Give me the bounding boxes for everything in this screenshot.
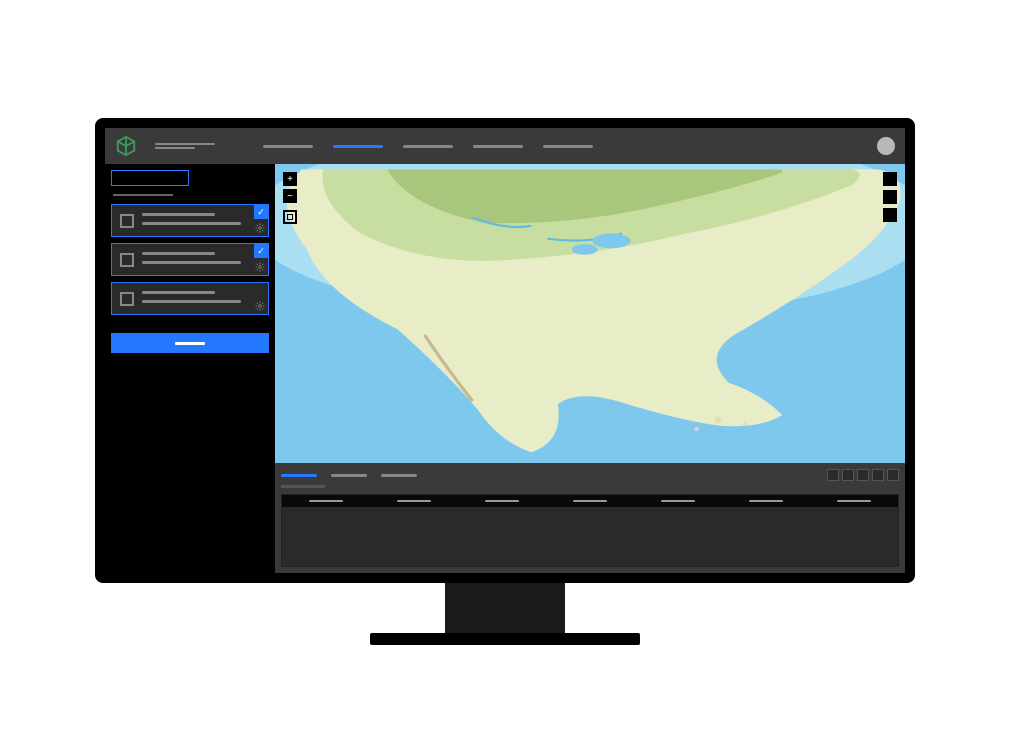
panel-icon-0[interactable] xyxy=(827,469,839,481)
column-header-3[interactable] xyxy=(546,495,634,507)
panel-icon-4[interactable] xyxy=(887,469,899,481)
bottom-panel xyxy=(275,463,905,573)
panel-icon-2[interactable] xyxy=(857,469,869,481)
panel-action-icons xyxy=(827,469,899,481)
content-area: ✓ ✓ xyxy=(105,164,905,573)
map-tool-controls xyxy=(883,172,897,222)
sidebar-tab-0[interactable] xyxy=(111,170,189,186)
monitor-base xyxy=(370,633,640,645)
panel-icon-1[interactable] xyxy=(842,469,854,481)
layer-card-1[interactable]: ✓ xyxy=(111,243,269,276)
column-header-6[interactable] xyxy=(810,495,898,507)
column-header-4[interactable] xyxy=(634,495,722,507)
monitor-stand xyxy=(445,583,565,635)
check-icon[interactable]: ✓ xyxy=(254,205,268,219)
bottom-tab-1[interactable] xyxy=(331,474,367,477)
attribute-table[interactable] xyxy=(281,494,899,567)
column-header-0[interactable] xyxy=(282,495,370,507)
user-avatar[interactable] xyxy=(877,137,895,155)
gear-icon[interactable] xyxy=(255,262,265,272)
sidebar-subtitle xyxy=(113,194,173,196)
map-viewport[interactable]: + − xyxy=(275,164,905,463)
map-tool-1[interactable] xyxy=(883,190,897,204)
zoom-out-button[interactable]: − xyxy=(283,189,297,203)
column-header-5[interactable] xyxy=(722,495,810,507)
monitor-frame: ✓ ✓ xyxy=(95,118,915,583)
bottom-tabs xyxy=(281,469,899,481)
panel-subtitle xyxy=(281,485,325,488)
app-title xyxy=(155,143,215,149)
nav-item-4[interactable] xyxy=(543,145,593,148)
nav-item-2[interactable] xyxy=(403,145,453,148)
cube-logo-icon xyxy=(115,135,137,157)
gear-icon[interactable] xyxy=(255,223,265,233)
app-header xyxy=(105,128,905,164)
map-zoom-controls: + − xyxy=(283,172,297,224)
home-extent-button[interactable] xyxy=(283,210,297,224)
bottom-tab-0[interactable] xyxy=(281,474,317,477)
table-header xyxy=(282,495,898,507)
title-subline xyxy=(155,147,195,149)
app-screen: ✓ ✓ xyxy=(105,128,905,573)
card-text xyxy=(142,252,246,264)
table-body[interactable] xyxy=(282,507,898,566)
zoom-in-button[interactable]: + xyxy=(283,172,297,186)
main-panel: + − xyxy=(275,164,905,573)
card-text xyxy=(142,213,246,225)
map-tool-0[interactable] xyxy=(883,172,897,186)
check-icon[interactable]: ✓ xyxy=(254,244,268,258)
gear-icon[interactable] xyxy=(255,301,265,311)
sidebar-tab-1[interactable] xyxy=(191,170,269,186)
card-checkbox[interactable] xyxy=(120,214,134,228)
map-tool-2[interactable] xyxy=(883,208,897,222)
column-header-1[interactable] xyxy=(370,495,458,507)
nav-item-0[interactable] xyxy=(263,145,313,148)
card-text xyxy=(142,291,246,303)
title-line xyxy=(155,143,215,145)
layer-card-0[interactable]: ✓ xyxy=(111,204,269,237)
panel-icon-3[interactable] xyxy=(872,469,884,481)
layer-card-2[interactable] xyxy=(111,282,269,315)
card-checkbox[interactable] xyxy=(120,253,134,267)
nav-item-1[interactable] xyxy=(333,145,383,148)
left-sidebar: ✓ ✓ xyxy=(105,164,275,573)
card-checkbox[interactable] xyxy=(120,292,134,306)
sidebar-tabs xyxy=(111,170,269,186)
nav-bar xyxy=(263,145,593,148)
primary-action-button[interactable] xyxy=(111,333,269,353)
bottom-tab-2[interactable] xyxy=(381,474,417,477)
map-canvas[interactable] xyxy=(275,164,905,463)
nav-item-3[interactable] xyxy=(473,145,523,148)
column-header-2[interactable] xyxy=(458,495,546,507)
